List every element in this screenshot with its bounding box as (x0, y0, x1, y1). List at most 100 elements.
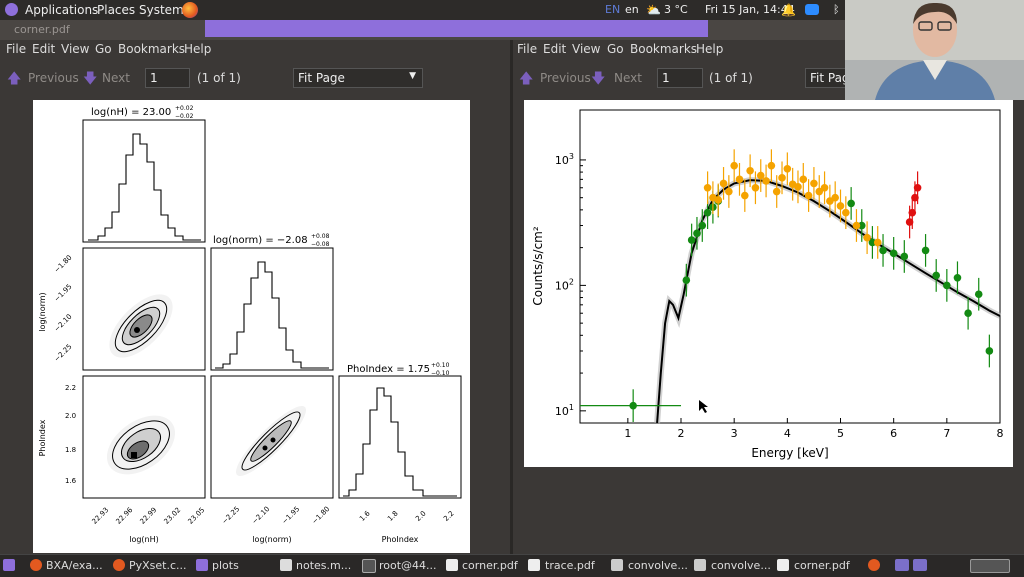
left-zoom-select[interactable]: Fit Page ▼ (293, 68, 423, 88)
left-menu-edit[interactable]: Edit (32, 42, 55, 56)
webcam-overlay (845, 0, 1024, 100)
left-previous-button[interactable]: Previous (28, 71, 79, 85)
zoom-app-icon[interactable] (805, 4, 819, 15)
data-point-green-20 (985, 347, 994, 355)
data-point-orange-28 (863, 233, 871, 242)
taskbar-item-plots[interactable]: plots (212, 559, 239, 572)
keyboard-layout-indicator[interactable]: EN (605, 3, 620, 16)
tick-x-norm-2: −1.95 (281, 505, 302, 526)
left-next-arrow-icon[interactable]: 🡇 (83, 68, 97, 92)
bluetooth-icon[interactable]: ᛒ (833, 3, 840, 16)
taskbar-image-icon-2 (694, 559, 706, 571)
data-point-green-13 (900, 252, 909, 261)
taskbar-item-root[interactable]: root@44... (379, 559, 437, 572)
notification-bell-icon[interactable]: 🔔 (781, 3, 796, 17)
taskbar-item-corner-2[interactable]: corner.pdf (794, 559, 850, 572)
weather-temperature[interactable]: 3 °C (664, 3, 688, 16)
panel-divider[interactable] (510, 40, 513, 554)
taskbar-item-pyxset[interactable]: PyXset.c... (129, 559, 187, 572)
right-next-arrow-icon[interactable]: 🡇 (591, 68, 605, 92)
title-nh: log(nH) = 23.00 (91, 107, 171, 118)
data-point-green-11 (879, 246, 887, 255)
left-menu-help[interactable]: Help (184, 42, 211, 56)
left-menu-bookmarks[interactable]: Bookmarks (118, 42, 185, 56)
left-menu-go[interactable]: Go (95, 42, 112, 56)
taskbar-pdf-icon-2 (528, 559, 540, 571)
data-point-green-14 (921, 246, 930, 255)
title-pho-sub: −0.10 (431, 370, 450, 377)
right-menu-bookmarks[interactable]: Bookmarks (630, 42, 697, 56)
left-menu-view[interactable]: View (61, 42, 89, 56)
tick-y-pho-3: 1.6 (65, 477, 77, 485)
tick-y-pho-2: 1.8 (65, 446, 76, 454)
data-point-orange-14 (778, 174, 786, 182)
taskbar-item-corner-1[interactable]: corner.pdf (462, 559, 518, 572)
right-menu-edit[interactable]: Edit (543, 42, 566, 56)
data-point-orange-18 (799, 175, 808, 184)
taskbar-item-convolve-1[interactable]: convolve... (628, 559, 688, 572)
data-point-orange-2 (714, 196, 723, 204)
weather-icon: ⛅ (646, 3, 661, 17)
bottom-taskbar: BXA/exa... PyXset.c... plots notes.m... … (0, 554, 1024, 577)
tick-y-pho-0: 2.2 (65, 384, 76, 392)
spectrum-axes-frame (579, 109, 1001, 424)
data-point-green-5 (703, 208, 712, 217)
places-menu[interactable]: Places (97, 3, 135, 17)
data-point-orange-6 (735, 175, 744, 184)
left-menu-file[interactable]: File (6, 42, 26, 56)
right-menu-help[interactable]: Help (696, 42, 723, 56)
data-point-orange-0 (703, 183, 712, 192)
show-desktop-icon[interactable] (3, 559, 15, 571)
data-point-orange-26 (842, 208, 850, 217)
data-point-orange-17 (794, 183, 802, 191)
spectrum-chart: 1 2 3 4 5 6 7 8 101 102 103 Energy [keV] Counts/s/… (531, 109, 1004, 460)
right-menu-file[interactable]: File (517, 42, 537, 56)
taskbar-firefox-icon-3[interactable] (868, 559, 880, 571)
right-previous-button[interactable]: Previous (540, 71, 591, 85)
left-next-button[interactable]: Next (102, 71, 130, 85)
data-point-green-16 (943, 281, 951, 290)
taskbar-item-trace[interactable]: trace.pdf (545, 559, 595, 572)
left-menubar: File Edit View Go Bookmarks Help (0, 42, 510, 60)
taskbar-item-bxa[interactable]: BXA/exa... (46, 559, 103, 572)
title-nh-sub: −0.02 (175, 113, 194, 120)
taskbar-item-notes[interactable]: notes.m... (296, 559, 351, 572)
workspace-switcher-2[interactable] (913, 559, 927, 571)
tick-x-nh-1: 22.96 (115, 506, 135, 526)
hist-norm-frame (210, 247, 334, 371)
x-tick-label-2: 2 (678, 427, 685, 440)
workspace-switcher-1[interactable] (895, 559, 909, 571)
data-point-green-17 (953, 273, 962, 282)
data-point-orange-8 (746, 166, 754, 175)
left-page-count: (1 of 1) (197, 71, 241, 85)
hist-nh (88, 133, 201, 241)
data-point-green-2 (687, 236, 696, 244)
data-point-orange-3 (719, 179, 728, 188)
ylabel-norm: log(norm) (38, 292, 47, 331)
firefox-launcher-icon[interactable] (182, 2, 198, 18)
data-point-green-19 (974, 290, 983, 299)
workspace-pager[interactable] (970, 559, 1010, 573)
language-indicator[interactable]: en (625, 3, 639, 16)
right-menu-go[interactable]: Go (607, 42, 624, 56)
tick-y-norm-2: −2.10 (53, 313, 74, 334)
tick-y-norm-0: −1.80 (53, 254, 74, 275)
screen-share-bar (205, 20, 708, 37)
left-page-input[interactable]: 1 (145, 68, 190, 88)
left-previous-arrow-icon[interactable]: 🡅 (7, 68, 21, 92)
data-point-orange-19 (804, 191, 813, 200)
taskbar-item-convolve-2[interactable]: convolve... (711, 559, 771, 572)
data-point-orange-22 (820, 183, 829, 192)
ubuntu-logo-icon[interactable] (5, 3, 18, 16)
title-norm: log(norm) = −2.08 (213, 235, 308, 246)
right-next-button[interactable]: Next (614, 71, 642, 85)
applications-menu[interactable]: Applications (25, 3, 98, 17)
data-point-green-1 (682, 276, 691, 284)
right-page-input[interactable]: 1 (657, 68, 703, 88)
left-zoom-value: Fit Page (298, 71, 345, 85)
system-menu[interactable]: System (139, 3, 184, 17)
dropdown-arrow-icon: ▼ (409, 71, 416, 81)
x-tick-label-6: 6 (890, 427, 897, 440)
right-menu-view[interactable]: View (572, 42, 600, 56)
right-previous-arrow-icon[interactable]: 🡅 (519, 68, 533, 92)
